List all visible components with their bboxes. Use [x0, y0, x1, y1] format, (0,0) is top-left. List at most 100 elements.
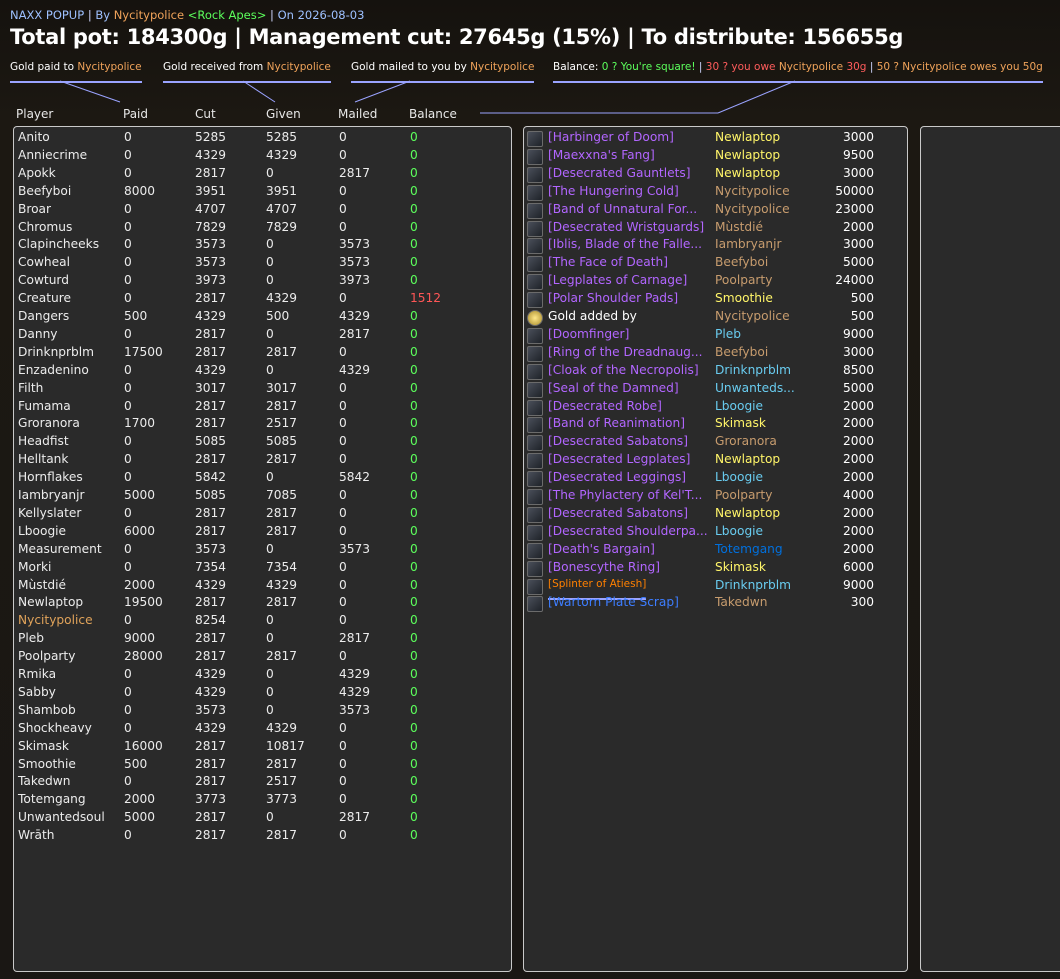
player-row[interactable]: Fumama 0 2817 2817 0 0 — [14, 399, 511, 417]
loot-row[interactable]: [Desecrated Shoulderpa... Lboogie 2000 — [524, 524, 907, 542]
player-given: 0 — [266, 165, 274, 180]
player-row[interactable]: Hornflakes 0 5842 0 5842 0 — [14, 470, 511, 488]
loot-row[interactable]: [Desecrated Robe] Lboogie 2000 — [524, 399, 907, 417]
item-link[interactable]: [Maexxna's Fang] — [548, 148, 655, 162]
item-link[interactable]: [Polar Shoulder Pads] — [548, 291, 678, 305]
item-link[interactable]: [Cloak of the Necropolis] — [548, 363, 699, 377]
player-row[interactable]: Enzadenino 0 4329 0 4329 0 — [14, 363, 511, 381]
player-row[interactable]: Headfist 0 5085 5085 0 0 — [14, 434, 511, 452]
item-link[interactable]: [Bonescythe Ring] — [548, 560, 660, 574]
item-link[interactable]: [Legplates of Carnage] — [548, 273, 687, 287]
loot-row[interactable]: [Polar Shoulder Pads] Smoothie 500 — [524, 291, 907, 309]
loot-row[interactable]: [Iblis, Blade of the Falle... Iambryanjr 3… — [524, 237, 907, 255]
player-row[interactable]: Newlaptop 19500 2817 2817 0 0 — [14, 595, 511, 613]
player-name: Takedwn — [18, 774, 71, 789]
player-row[interactable]: Measurement 0 3573 0 3573 0 — [14, 542, 511, 560]
loot-row[interactable]: [Harbinger of Doom] Newlaptop 3000 — [524, 130, 907, 148]
item-link[interactable]: [Desecrated Robe] — [548, 399, 662, 413]
item-link[interactable]: [Seal of the Damned] — [548, 381, 679, 395]
item-link[interactable]: [Iblis, Blade of the Falle... — [548, 237, 702, 251]
player-row[interactable]: Nycitypolice 0 8254 0 0 0 — [14, 613, 511, 631]
item-link[interactable]: [Desecrated Leggings] — [548, 470, 686, 484]
player-row[interactable]: Chromus 0 7829 7829 0 0 — [14, 220, 511, 238]
item-link[interactable]: [Desecrated Sabatons] — [548, 434, 688, 448]
loot-row[interactable]: [Maexxna's Fang] Newlaptop 9500 — [524, 148, 907, 166]
loot-row[interactable]: [Desecrated Sabatons] Groranora 2000 — [524, 434, 907, 452]
loot-row[interactable]: [Death's Bargain] Totemgang 2000 — [524, 542, 907, 560]
player-row[interactable]: Creature 0 2817 4329 0 1512 — [14, 291, 511, 309]
item-link[interactable]: [Wartorn Plate Scrap] — [548, 595, 679, 609]
loot-row[interactable]: [Desecrated Leggings] Lboogie 2000 — [524, 470, 907, 488]
player-row[interactable]: Totemgang 2000 3773 3773 0 0 — [14, 792, 511, 810]
player-row[interactable]: Helltank 0 2817 2817 0 0 — [14, 452, 511, 470]
player-balance: 0 — [410, 738, 418, 753]
player-row[interactable]: Broar 0 4707 4707 0 0 — [14, 202, 511, 220]
item-link[interactable]: [The Face of Death] — [548, 255, 668, 269]
loot-row[interactable]: [Wartorn Plate Scrap] Takedwn 300 — [524, 595, 907, 613]
player-row[interactable]: Cowturd 0 3973 0 3973 0 — [14, 273, 511, 291]
item-link[interactable]: [Desecrated Legplates] — [548, 452, 690, 466]
player-row[interactable]: Filth 0 3017 3017 0 0 — [14, 381, 511, 399]
loot-row[interactable]: [Bonescythe Ring] Skimask 6000 — [524, 560, 907, 578]
player-row[interactable]: Cowheal 0 3573 0 3573 0 — [14, 255, 511, 273]
item-link[interactable]: [Desecrated Shoulderpa... — [548, 524, 708, 538]
player-row[interactable]: Drinknprblm 17500 2817 2817 0 0 — [14, 345, 511, 363]
loot-row[interactable]: [The Face of Death] Beefyboi 5000 — [524, 255, 907, 273]
player-row[interactable]: Lboogie 6000 2817 2817 0 0 — [14, 524, 511, 542]
player-row[interactable]: Groranora 1700 2817 2517 0 0 — [14, 416, 511, 434]
item-price: 2000 — [842, 541, 874, 556]
player-name: Skimask — [18, 738, 69, 753]
player-row[interactable]: Iambryanjr 5000 5085 7085 0 0 — [14, 488, 511, 506]
loot-row[interactable]: [Legplates of Carnage] Poolparty 24000 — [524, 273, 907, 291]
loot-row[interactable]: [The Phylactery of Kel'T... Poolparty 4000 — [524, 488, 907, 506]
players-table[interactable]: Anito 0 5285 5285 0 0 Anniecrime 0 4329 4329 0 0 Apo… — [13, 126, 512, 972]
loot-row[interactable]: Gold added by Nycitypolice 500 — [524, 309, 907, 327]
player-name: Shockheavy — [18, 720, 92, 735]
loot-row[interactable]: [Ring of the Dreadnaug... Beefyboi 3000 — [524, 345, 907, 363]
item-link[interactable]: [Ring of the Dreadnaug... — [548, 345, 703, 359]
item-link[interactable]: [The Hungering Cold] — [548, 184, 679, 198]
player-row[interactable]: Skimask 16000 2817 10817 0 0 — [14, 739, 511, 757]
player-row[interactable]: Sabby 0 4329 0 4329 0 — [14, 685, 511, 703]
player-row[interactable]: Rmika 0 4329 0 4329 0 — [14, 667, 511, 685]
player-row[interactable]: Takedwn 0 2817 2517 0 0 — [14, 774, 511, 792]
item-link[interactable]: [Band of Unnatural For... — [548, 202, 697, 216]
loot-row[interactable]: [The Hungering Cold] Nycitypolice 50000 — [524, 184, 907, 202]
player-row[interactable]: Mùstdié 2000 4329 4329 0 0 — [14, 578, 511, 596]
player-row[interactable]: Unwantedsoul 5000 2817 0 2817 0 — [14, 810, 511, 828]
loot-row[interactable]: [Desecrated Sabatons] Newlaptop 2000 — [524, 506, 907, 524]
loot-row[interactable]: [Band of Reanimation] Skimask 2000 — [524, 416, 907, 434]
player-row[interactable]: Kellyslater 0 2817 2817 0 0 — [14, 506, 511, 524]
player-row[interactable]: Danny 0 2817 0 2817 0 — [14, 327, 511, 345]
player-row[interactable]: Apokk 0 2817 0 2817 0 — [14, 166, 511, 184]
player-row[interactable]: Shockheavy 0 4329 4329 0 0 — [14, 721, 511, 739]
item-link[interactable]: [The Phylactery of Kel'T... — [548, 488, 702, 502]
item-link[interactable]: [Doomfinger] — [548, 327, 629, 341]
player-row[interactable]: Anito 0 5285 5285 0 0 — [14, 130, 511, 148]
item-link[interactable]: [Harbinger of Doom] — [548, 130, 674, 144]
loot-row[interactable]: [Desecrated Wristguards] Mùstdié 2000 — [524, 220, 907, 238]
player-row[interactable]: Pleb 9000 2817 0 2817 0 — [14, 631, 511, 649]
player-row[interactable]: Anniecrime 0 4329 4329 0 0 — [14, 148, 511, 166]
item-link[interactable]: [Desecrated Sabatons] — [548, 506, 688, 520]
player-row[interactable]: Poolparty 28000 2817 2817 0 0 — [14, 649, 511, 667]
player-row[interactable]: Smoothie 500 2817 2817 0 0 — [14, 757, 511, 775]
item-link[interactable]: [Band of Reanimation] — [548, 416, 685, 430]
player-row[interactable]: Dangers 500 4329 500 4329 0 — [14, 309, 511, 327]
item-link[interactable]: [Desecrated Gauntlets] — [548, 166, 690, 180]
loot-list[interactable]: [Harbinger of Doom] Newlaptop 3000 [Maexxna… — [523, 126, 908, 972]
loot-row[interactable]: [Band of Unnatural For... Nycitypolice 230… — [524, 202, 907, 220]
player-row[interactable]: Shambob 0 3573 0 3573 0 — [14, 703, 511, 721]
player-row[interactable]: Morki 0 7354 7354 0 0 — [14, 560, 511, 578]
player-row[interactable]: Beefyboi 8000 3951 3951 0 0 — [14, 184, 511, 202]
loot-row[interactable]: [Splinter of Atiesh] Drinknprblm 9000 — [524, 578, 907, 600]
item-link[interactable]: [Death's Bargain] — [548, 542, 655, 556]
item-link[interactable]: [Desecrated Wristguards] — [548, 220, 704, 234]
loot-row[interactable]: [Cloak of the Necropolis] Drinknprblm 8500 — [524, 363, 907, 381]
player-row[interactable]: Wrāth 0 2817 2817 0 0 — [14, 828, 511, 846]
loot-row[interactable]: [Desecrated Gauntlets] Newlaptop 3000 — [524, 166, 907, 184]
loot-row[interactable]: [Seal of the Damned] Unwanteds... 5000 — [524, 381, 907, 399]
player-row[interactable]: Clapincheeks 0 3573 0 3573 0 — [14, 237, 511, 255]
loot-row[interactable]: [Doomfinger] Pleb 9000 — [524, 327, 907, 345]
loot-row[interactable]: [Desecrated Legplates] Newlaptop 2000 — [524, 452, 907, 470]
